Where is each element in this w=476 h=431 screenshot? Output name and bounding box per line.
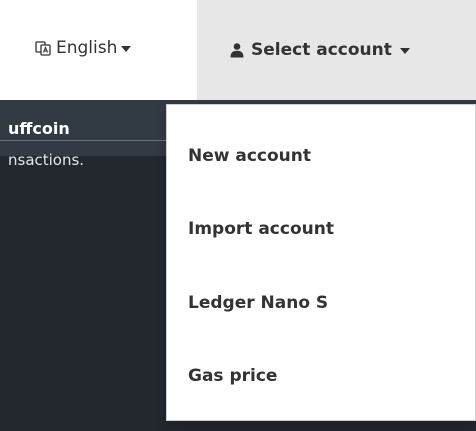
language-label: English — [56, 38, 118, 58]
token-name: uffcoin — [8, 119, 70, 138]
token-description: nsactions. — [8, 151, 85, 169]
chevron-down-icon — [121, 46, 132, 52]
language-dropdown-toggle[interactable]: English — [34, 31, 132, 65]
menu-item-gas-price[interactable]: Gas price — [188, 366, 277, 386]
menu-item-ledger-nano-s[interactable]: Ledger Nano S — [188, 293, 328, 313]
select-account-dropdown-toggle[interactable]: Select account — [197, 0, 476, 100]
navbar: English Select account — [0, 0, 476, 100]
menu-item-import-account[interactable]: Import account — [188, 219, 334, 239]
user-icon — [229, 42, 245, 58]
language-icon — [34, 39, 52, 57]
chevron-down-icon — [399, 48, 410, 54]
select-account-label: Select account — [251, 40, 392, 60]
account-dropdown-menu: New account Import account Ledger Nano S… — [166, 104, 476, 421]
menu-item-new-account[interactable]: New account — [188, 146, 311, 166]
